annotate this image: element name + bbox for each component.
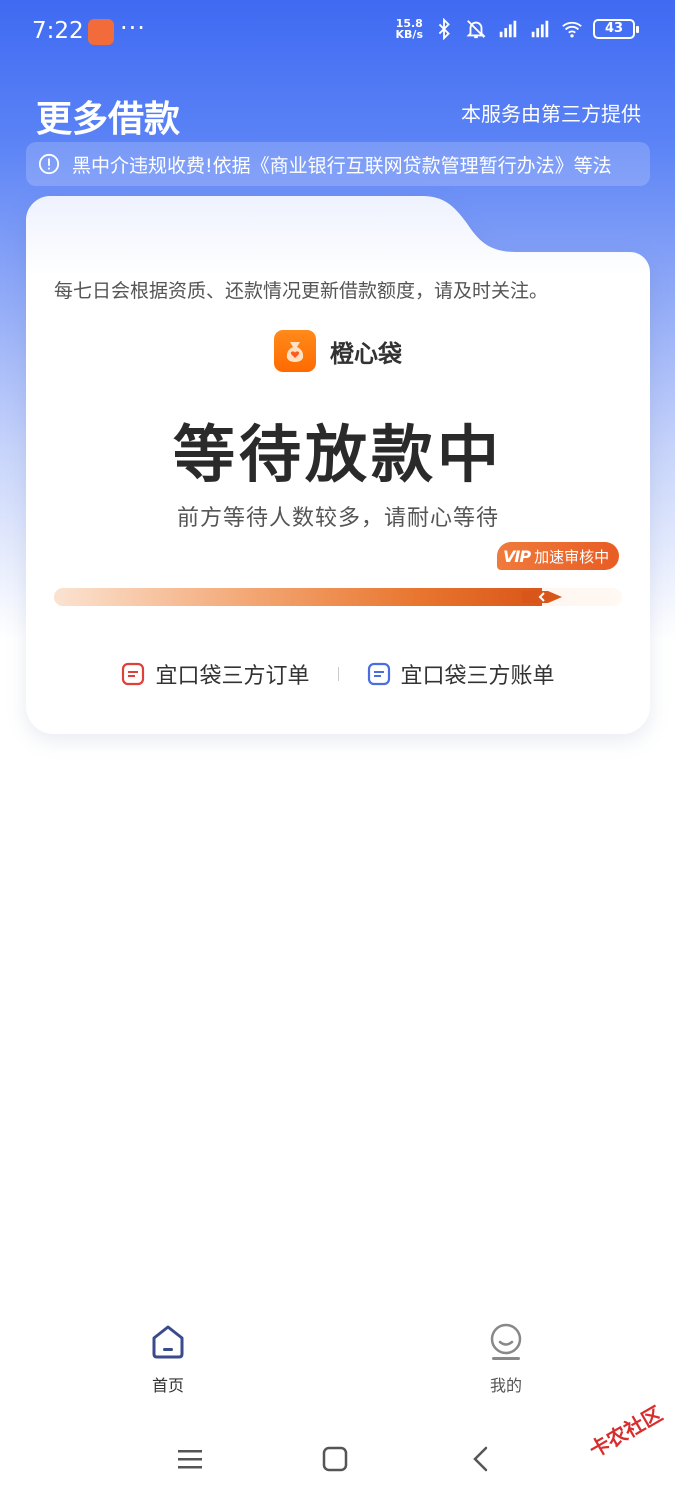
info-icon <box>38 153 60 175</box>
links-divider <box>337 667 339 681</box>
network-speed: 15.8 KB/s <box>395 17 423 41</box>
tab-profile[interactable]: 我的 <box>466 1322 546 1396</box>
loan-status-subtitle: 前方等待人数较多，请耐心等待 <box>176 506 499 531</box>
third-party-order-label: 宜口袋三方订单 <box>155 664 310 689</box>
tab-home-label: 首页 <box>151 1376 184 1395</box>
home-square-icon[interactable] <box>320 1444 350 1474</box>
back-icon[interactable] <box>466 1444 496 1474</box>
provider-note: 本服务由第三方提供 <box>461 102 641 126</box>
system-navigation-bar <box>0 1420 675 1500</box>
lender-brand: 橙心袋 <box>26 330 650 372</box>
third-party-links: 宜口袋三方订单 宜口袋三方账单 <box>26 658 650 690</box>
status-bar: 7:22 ··· 15.8 KB/s 43 <box>0 0 675 66</box>
page-title: 更多借款 <box>36 99 181 140</box>
wifi-icon <box>562 21 582 38</box>
lender-name: 橙心袋 <box>330 339 402 368</box>
notice-marquee[interactable]: 黑中介违规收费!依据《商业银行互联网贷款管理暂行办法》等法 <box>26 142 650 186</box>
loan-status-title: 等待放款中 <box>172 418 503 491</box>
tab-profile-label: 我的 <box>489 1376 522 1395</box>
lender-logo-icon <box>274 330 316 372</box>
third-party-bill-label: 宜口袋三方账单 <box>400 664 555 689</box>
menu-icon[interactable] <box>175 1444 205 1474</box>
mute-icon <box>466 20 486 39</box>
loan-status-card: 每七日会根据资质、还款情况更新借款额度，请及时关注。 橙心袋 等待放款中 前方等… <box>26 196 650 734</box>
signal-hd-icon <box>531 20 549 38</box>
tab-home[interactable]: 首页 <box>128 1322 208 1396</box>
quota-update-note: 每七日会根据资质、还款情况更新借款额度，请及时关注。 <box>54 280 549 302</box>
status-icons: 15.8 KB/s 43 <box>395 17 639 41</box>
home-icon <box>152 1325 184 1359</box>
signal-hd-icon <box>499 20 517 38</box>
vip-icon: VIP <box>503 546 531 566</box>
app-notification-icon <box>88 19 114 45</box>
status-time: 7:22 <box>32 18 84 44</box>
third-party-order-link[interactable]: 宜口袋三方订单 <box>121 658 310 690</box>
third-party-bill-link[interactable]: 宜口袋三方账单 <box>367 658 555 690</box>
more-notifications-icon: ··· <box>120 14 146 42</box>
vip-accelerate-badge[interactable]: VIP 加速审核中 <box>497 542 620 570</box>
bluetooth-icon <box>438 18 450 40</box>
order-icon <box>122 662 145 686</box>
progress-arrow-icon <box>522 591 562 603</box>
notice-text: 黑中介违规收费!依据《商业银行互联网贷款管理暂行办法》等法 <box>72 154 612 177</box>
vip-badge-label: 加速审核中 <box>534 547 610 566</box>
battery-icon: 43 <box>593 19 639 39</box>
bottom-nav: 首页 我的 <box>0 1310 675 1410</box>
progress-fill <box>54 588 542 606</box>
profile-icon <box>490 1323 522 1360</box>
bill-icon <box>367 662 390 686</box>
